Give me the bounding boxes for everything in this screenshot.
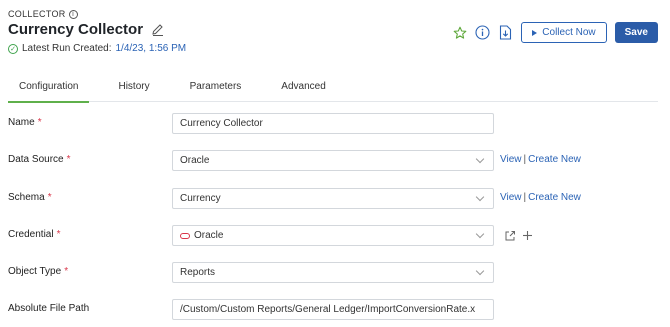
oracle-logo-icon: [180, 232, 190, 239]
data-source-row: Data Source * Oracle View | Create New: [8, 150, 658, 171]
plus-icon[interactable]: [520, 228, 535, 243]
pencil-icon[interactable]: [151, 23, 165, 37]
chevron-down-icon: [475, 154, 485, 164]
collect-now-label: Collect Now: [542, 27, 596, 38]
required-mark: *: [66, 154, 71, 165]
eyebrow-label: COLLECTOR: [8, 9, 66, 19]
credential-actions: [502, 228, 535, 243]
check-circle-icon: ✓: [8, 43, 18, 54]
info-icon[interactable]: i: [68, 9, 78, 19]
required-mark: *: [47, 192, 52, 203]
data-source-links: View | Create New: [500, 154, 581, 165]
tab-parameters[interactable]: Parameters: [179, 76, 253, 102]
schema-links: View | Create New: [500, 192, 581, 203]
schema-create-link[interactable]: Create New: [528, 192, 581, 203]
schema-label: Schema *: [8, 192, 52, 203]
star-icon[interactable]: [452, 25, 467, 40]
latest-run-status: ✓ Latest Run Created: 1/4/23, 1:56 PM: [8, 43, 186, 54]
schema-select[interactable]: Currency: [172, 188, 494, 209]
tab-advanced[interactable]: Advanced: [270, 76, 336, 102]
data-source-label: Data Source *: [8, 154, 71, 165]
data-source-select[interactable]: Oracle: [172, 150, 494, 171]
file-path-row: Absolute File Path /Custom/Custom Report…: [8, 299, 658, 320]
collector-eyebrow: COLLECTOR i: [8, 9, 78, 19]
collect-now-button[interactable]: Collect Now: [521, 22, 607, 43]
object-type-select[interactable]: Reports: [172, 262, 494, 283]
credential-row: Credential * Oracle: [8, 225, 658, 246]
play-icon: [532, 29, 538, 36]
tab-configuration[interactable]: Configuration: [8, 76, 90, 103]
name-row: Name * Currency Collector: [8, 113, 658, 134]
name-label: Name *: [8, 117, 42, 128]
save-button[interactable]: Save: [614, 22, 658, 43]
info-icon[interactable]: [475, 25, 490, 40]
latest-run-date[interactable]: 1/4/23, 1:56 PM: [116, 43, 187, 54]
name-input[interactable]: Currency Collector: [172, 113, 494, 134]
credential-label: Credential *: [8, 229, 61, 240]
title-row: Currency Collector: [8, 21, 165, 38]
file-download-icon[interactable]: [498, 25, 513, 40]
credential-select[interactable]: Oracle: [172, 225, 494, 246]
object-type-row: Object Type * Reports: [8, 262, 658, 283]
schema-row: Schema * Currency View | Create New: [8, 188, 658, 209]
chevron-down-icon: [475, 229, 485, 239]
chevron-down-icon: [475, 192, 485, 202]
required-mark: *: [64, 266, 69, 277]
data-source-create-link[interactable]: Create New: [528, 154, 581, 165]
data-source-view-link[interactable]: View: [500, 154, 522, 165]
object-type-label: Object Type *: [8, 266, 69, 277]
required-mark: *: [56, 229, 61, 240]
tab-bar: Configuration History Parameters Advance…: [8, 76, 658, 103]
latest-run-label: Latest Run Created:: [22, 43, 112, 54]
external-link-icon[interactable]: [502, 228, 517, 243]
schema-view-link[interactable]: View: [500, 192, 522, 203]
file-path-label: Absolute File Path: [8, 303, 90, 314]
page-title: Currency Collector: [8, 21, 144, 38]
tab-history[interactable]: History: [107, 76, 160, 102]
required-mark: *: [37, 117, 42, 128]
file-path-input[interactable]: /Custom/Custom Reports/General Ledger/Im…: [172, 299, 494, 320]
chevron-down-icon: [475, 266, 485, 276]
toolbar: Collect Now Save: [452, 22, 658, 43]
